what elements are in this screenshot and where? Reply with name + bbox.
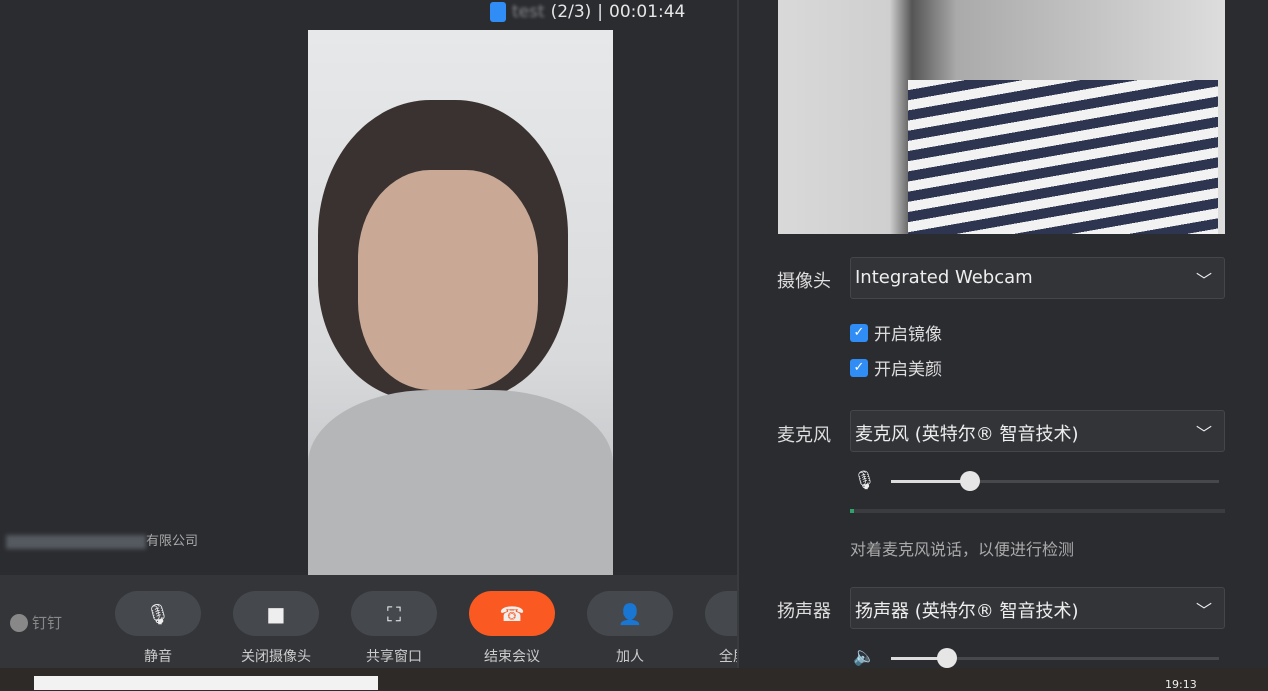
speaker-volume-slider[interactable] [891,648,1219,668]
share-window-icon: ⛶ [351,591,437,636]
camera-select[interactable]: Integrated Webcam ﹀ [850,257,1225,299]
meeting-toolbar: 钉钉 🎙静音 ■关闭摄像头 ⛶共享窗口 ☎结束会议 👤加人 ⤢全屏 [0,575,737,668]
mic-volume-slider[interactable] [891,471,1219,491]
dingtalk-logo: 钉钉 [10,612,62,633]
end-meeting-button[interactable]: ☎ 结束会议 [469,591,555,666]
add-person-icon: 👤 [587,591,673,636]
mic-hint: 对着麦克风说话，以便进行检测 [850,540,1075,559]
device-settings-panel: 摄像头 Integrated Webcam ﹀ ✓ 开启镜像 ✓ 开启美颜 麦克风 麦… [737,0,1268,668]
hang-up-icon: ☎ [469,591,555,636]
add-person-button[interactable]: 👤 加人 [587,591,673,666]
camera-icon: ■ [233,591,319,636]
chevron-down-icon: ﹀ [1195,601,1212,620]
taskbar-clock: 19:13 [1165,678,1197,691]
speaker-select[interactable]: 扬声器 (英特尔® 智音技术) ﹀ [850,587,1225,629]
taskbar-search[interactable] [34,676,378,690]
participant-video[interactable] [308,30,613,575]
microphone-icon: 🎙 [853,470,876,491]
checkbox-checked-icon: ✓ [850,358,868,377]
lock-icon [490,2,506,22]
beauty-checkbox[interactable]: ✓ 开启美颜 [850,355,942,380]
chevron-down-icon: ﹀ [1195,424,1212,443]
fullscreen-icon: ⤢ [705,591,737,636]
meeting-title: test (2/3) | 00:01:44 [490,2,685,22]
speaker-icon: 🔈 [853,646,876,667]
meeting-timer: 00:01:44 [609,2,686,22]
microphone-select[interactable]: 麦克风 (英特尔® 智音技术) ﹀ [850,410,1225,452]
microphone-icon: 🎙 [115,591,201,636]
checkbox-checked-icon: ✓ [850,323,868,342]
camera-preview [778,0,1225,234]
camera-off-button[interactable]: ■ 关闭摄像头 [233,591,319,666]
mic-level-meter [850,509,1225,513]
chevron-down-icon: ﹀ [1195,271,1212,290]
meeting-area: test (2/3) | 00:01:44 有限公司 [0,0,737,668]
participant-company: 有限公司 [6,530,198,549]
fullscreen-button[interactable]: ⤢全屏 [705,591,737,666]
mirror-checkbox[interactable]: ✓ 开启镜像 [850,320,942,345]
mute-button[interactable]: 🎙 静音 [115,591,201,666]
share-window-button[interactable]: ⛶ 共享窗口 [351,591,437,666]
taskbar: 19:13 [0,668,1268,691]
